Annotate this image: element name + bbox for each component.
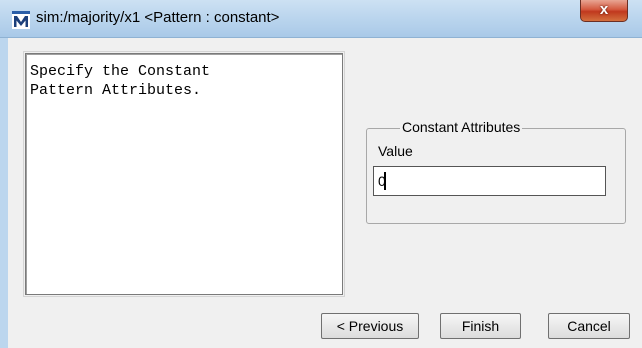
value-input[interactable] <box>373 166 606 196</box>
previous-button[interactable]: < Previous <box>321 313 419 339</box>
description-text: Specify the Constant Pattern Attributes. <box>25 53 343 295</box>
finish-button[interactable]: Finish <box>440 313 521 339</box>
window-title: sim:/majority/x1 <Pattern : constant> <box>36 9 280 26</box>
wizard-dialog: sim:/majority/x1 <Pattern : constant> x … <box>0 0 642 348</box>
close-button[interactable]: x <box>580 0 628 22</box>
cancel-button[interactable]: Cancel <box>548 313 630 339</box>
text-caret <box>384 172 386 190</box>
close-icon: x <box>599 1 609 18</box>
value-label: Value <box>378 143 413 159</box>
modelsim-m-icon <box>12 11 30 29</box>
constant-attributes-legend: Constant Attributes <box>400 119 523 135</box>
title-bar[interactable]: sim:/majority/x1 <Pattern : constant> x <box>0 0 642 38</box>
